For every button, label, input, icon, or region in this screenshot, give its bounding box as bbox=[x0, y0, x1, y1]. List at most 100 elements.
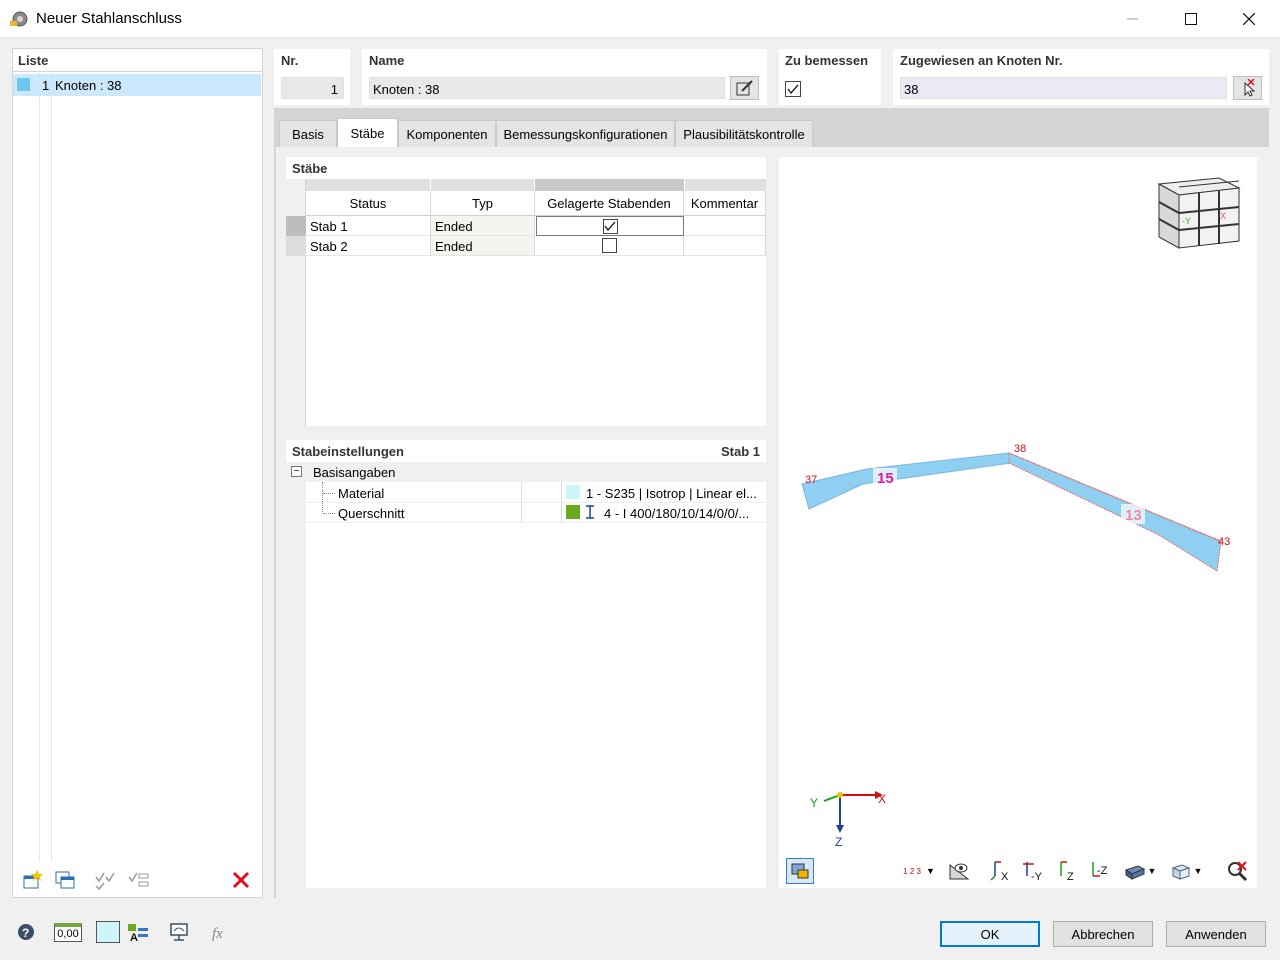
list-item-label: Knoten : 38 bbox=[55, 78, 122, 93]
view-type-dropdown[interactable]: ▼ bbox=[1165, 858, 1207, 884]
view-z-icon[interactable]: Z bbox=[1053, 858, 1081, 884]
window-title: Neuer Stahlanschluss bbox=[36, 10, 182, 27]
settings-header: Stabeinstellungen Stab 1 bbox=[286, 440, 766, 462]
zoom-reset-icon[interactable] bbox=[1223, 858, 1251, 884]
model-graphic: 15 13 37 38 43 X Y Z -Y X bbox=[801, 177, 1241, 849]
material-color-swatch bbox=[566, 485, 580, 499]
help-icon[interactable]: ? bbox=[12, 919, 40, 945]
name-label: Name bbox=[369, 53, 405, 68]
svg-text:-Z: -Z bbox=[1097, 865, 1108, 877]
numbering-dropdown[interactable]: 1 2 3 ▼ bbox=[897, 858, 941, 884]
ok-button[interactable]: OK bbox=[940, 921, 1040, 947]
settings-member: Stab 1 bbox=[720, 444, 760, 459]
member-label-13: 13 bbox=[1125, 507, 1142, 524]
delete-icon[interactable] bbox=[227, 867, 255, 893]
app-icon bbox=[9, 9, 29, 29]
view-minus-z-icon[interactable]: -Z bbox=[1086, 858, 1114, 884]
display-mode-dropdown[interactable]: ▼ bbox=[1119, 858, 1161, 884]
column-header-comment[interactable]: Kommentar bbox=[684, 191, 766, 216]
column-header-status[interactable]: Status bbox=[306, 191, 431, 216]
tab-bemessungskonfigurationen[interactable]: Bemessungskonfigurationen bbox=[496, 120, 675, 147]
check-all-icon[interactable] bbox=[92, 867, 120, 893]
close-button[interactable] bbox=[1220, 0, 1278, 38]
tree-group-label: Basisangaben bbox=[313, 465, 396, 480]
dropdown-arrow-icon: ▼ bbox=[925, 866, 935, 876]
nr-label: Nr. bbox=[281, 53, 299, 68]
color-swatch bbox=[17, 78, 30, 91]
view-minus-y-icon[interactable]: -Y bbox=[1020, 858, 1048, 884]
member-13 bbox=[1008, 452, 1222, 572]
section-color-swatch bbox=[566, 505, 580, 519]
tab-staebe[interactable]: Stäbe bbox=[337, 118, 398, 147]
member-label-15: 15 bbox=[877, 470, 894, 487]
tab-basis[interactable]: Basis bbox=[279, 120, 337, 147]
text-display-icon[interactable]: A bbox=[124, 919, 152, 945]
display-settings-icon[interactable] bbox=[165, 919, 193, 945]
table-cell-type[interactable]: Ended bbox=[431, 216, 535, 236]
assigned-group: Zugewiesen an Knoten Nr. 38 bbox=[893, 49, 1269, 105]
tab-komponenten[interactable]: Komponenten bbox=[398, 120, 496, 147]
new-item-icon[interactable] bbox=[18, 867, 46, 893]
cancel-button[interactable]: Abbrechen bbox=[1053, 921, 1153, 947]
navigation-cube-icon: -Y X bbox=[1157, 177, 1241, 249]
table-cell-comment[interactable] bbox=[684, 216, 766, 236]
row-selector[interactable] bbox=[286, 216, 306, 236]
column-header-typ[interactable]: Typ bbox=[431, 191, 535, 216]
view-settings-button[interactable] bbox=[786, 858, 814, 884]
view-visibility-icon[interactable] bbox=[945, 858, 973, 884]
maximize-button[interactable] bbox=[1162, 0, 1220, 38]
wireframe-cube-icon bbox=[1171, 864, 1190, 880]
list-box: 1 Knoten : 38 bbox=[13, 72, 262, 862]
svg-text:?: ? bbox=[22, 926, 29, 940]
node-label-43: 43 bbox=[1218, 536, 1230, 548]
title-bar: Neuer Stahlanschluss bbox=[0, 0, 1280, 38]
list-title: Liste bbox=[18, 53, 49, 68]
design-checkbox[interactable] bbox=[785, 81, 801, 97]
function-icon[interactable]: fx bbox=[207, 919, 235, 945]
dropdown-arrow-icon: ▼ bbox=[1193, 866, 1203, 876]
list-header: Liste bbox=[13, 49, 262, 71]
i-beam-icon bbox=[585, 505, 595, 522]
pick-node-button[interactable] bbox=[1233, 76, 1262, 100]
material-value[interactable]: 1 - S235 | Isotrop | Linear el... bbox=[586, 486, 757, 501]
minimize-button[interactable] bbox=[1104, 0, 1162, 38]
table-cell-member[interactable]: Stab 1 bbox=[306, 216, 431, 236]
tab-plausibilitaetskontrolle[interactable]: Plausibilitätskontrolle bbox=[675, 120, 813, 147]
numbering-icon: 1 2 3 bbox=[903, 866, 921, 876]
nr-field[interactable]: 1 bbox=[281, 77, 344, 99]
row-selector[interactable] bbox=[286, 236, 306, 256]
supported-checkbox[interactable] bbox=[601, 238, 617, 253]
assigned-field[interactable]: 38 bbox=[900, 77, 1227, 99]
section-value[interactable]: 4 - I 400/180/10/14/0/0/... bbox=[604, 506, 749, 521]
units-icon[interactable]: 0,00 bbox=[52, 919, 84, 945]
cube-label-minus-y: -Y bbox=[1182, 216, 1191, 226]
column-header-supported-ends[interactable]: Gelagerte Stabenden bbox=[535, 191, 684, 216]
assigned-label: Zugewiesen an Knoten Nr. bbox=[900, 53, 1063, 68]
svg-text:-Y: -Y bbox=[1031, 871, 1043, 882]
section-label: Querschnitt bbox=[338, 506, 405, 521]
table-cell-member[interactable]: Stab 2 bbox=[306, 236, 431, 256]
table-cell-type[interactable]: Ended bbox=[431, 236, 535, 256]
table-cell-supported[interactable] bbox=[535, 236, 684, 256]
edit-icon bbox=[736, 80, 753, 96]
list-item[interactable]: 1 Knoten : 38 bbox=[13, 74, 261, 96]
model-viewport[interactable]: 15 13 37 38 43 X Y Z -Y X 1 2 3 ▼ X -Y Z… bbox=[779, 157, 1257, 888]
edit-name-button[interactable] bbox=[730, 76, 759, 100]
axis-label-z: Z bbox=[835, 835, 842, 849]
svg-text:X: X bbox=[1001, 871, 1009, 882]
table-cell-comment[interactable] bbox=[684, 236, 766, 256]
svg-text:A: A bbox=[130, 932, 138, 942]
copy-item-icon[interactable] bbox=[51, 867, 79, 893]
color-icon[interactable] bbox=[96, 921, 120, 943]
view-x-icon[interactable]: X bbox=[987, 858, 1015, 884]
supported-checkbox[interactable] bbox=[602, 218, 618, 234]
settings-tree: − Basisangaben Material Querschnitt 1 - … bbox=[286, 462, 766, 888]
uncheck-all-icon[interactable] bbox=[125, 867, 153, 893]
dropdown-arrow-icon: ▼ bbox=[1147, 866, 1157, 876]
svg-text:Z: Z bbox=[1067, 871, 1074, 882]
name-field[interactable]: Knoten : 38 bbox=[369, 77, 725, 99]
table-cell-supported[interactable] bbox=[536, 216, 684, 236]
apply-button[interactable]: Anwenden bbox=[1166, 921, 1266, 947]
collapse-icon[interactable]: − bbox=[291, 466, 302, 477]
list-toolbar bbox=[13, 862, 262, 897]
